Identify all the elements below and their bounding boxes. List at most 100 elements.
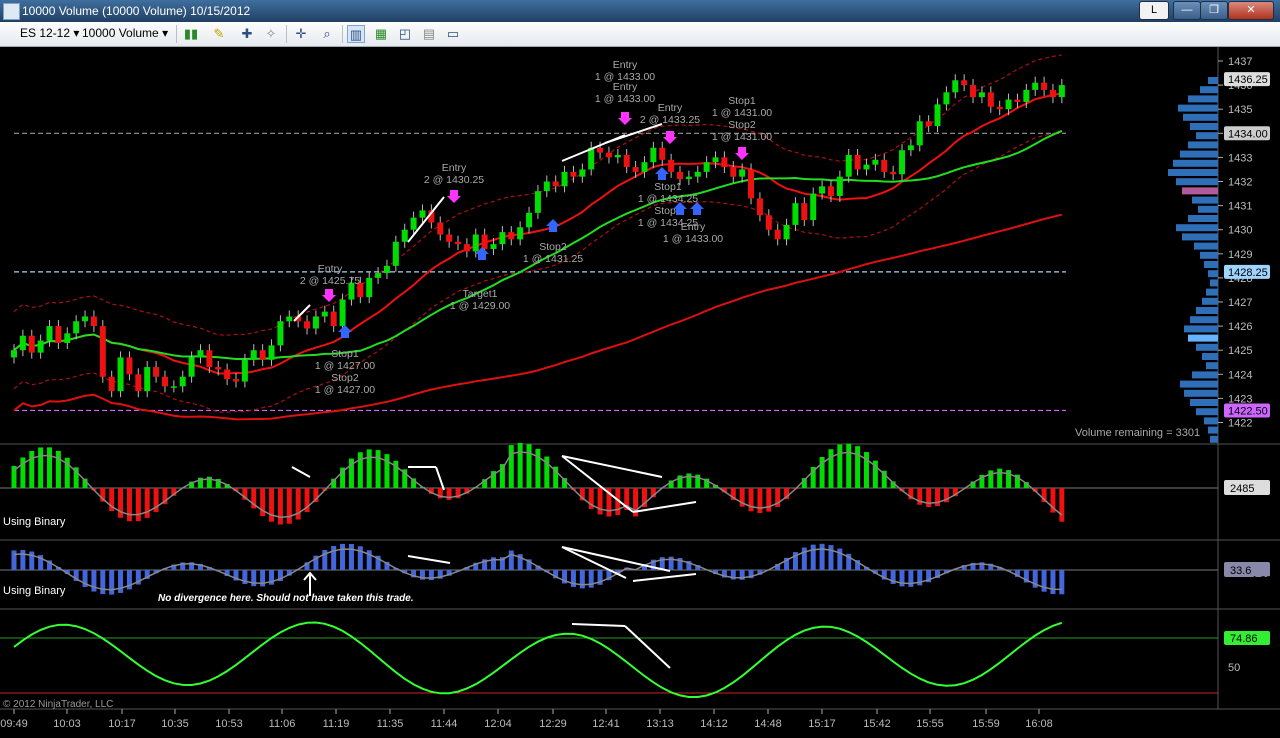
pin-icon[interactable]: ✚: [238, 25, 256, 43]
candle-body: [437, 222, 444, 235]
candle-body: [250, 350, 257, 360]
histogram-bar: [1059, 488, 1065, 522]
histogram-bar: [526, 444, 532, 488]
crosshair-icon[interactable]: ✛: [292, 25, 310, 43]
candle-body: [339, 299, 346, 327]
candle-body: [836, 176, 843, 196]
period-selector[interactable]: 10000 Volume ▾: [82, 26, 168, 40]
candle-body: [410, 217, 417, 230]
candle-body: [703, 162, 710, 172]
copyright-label: © 2012 NinjaTrader, LLC: [3, 699, 113, 710]
histogram-bar: [144, 488, 150, 518]
annotation-type: Stop2: [728, 119, 756, 131]
instrument-selector[interactable]: ES 12-12 ▾: [20, 26, 79, 40]
time-tick-label: 16:08: [1025, 718, 1053, 730]
time-tick-label: 10:17: [108, 718, 136, 730]
volume-profile-bar: [1176, 178, 1218, 186]
chart-trader-icon[interactable]: ▭: [444, 25, 462, 43]
value-marker-label: 33.6: [1230, 565, 1251, 577]
histogram-bar: [277, 488, 283, 525]
time-tick-label: 10:53: [215, 718, 243, 730]
histogram-bar: [295, 488, 301, 520]
candle-body: [756, 198, 763, 216]
candle-body: [392, 241, 399, 266]
histogram-bar: [47, 447, 53, 488]
histogram-bar: [819, 543, 825, 570]
candle-body: [28, 335, 35, 353]
volume-profile-bar: [1194, 242, 1218, 250]
time-tick-label: 14:12: [700, 718, 728, 730]
volume-profile-bar: [1188, 215, 1218, 222]
properties-icon[interactable]: ▤: [420, 25, 438, 43]
data-box-icon[interactable]: ▥: [347, 25, 365, 43]
volume-profile-bar: [1190, 399, 1218, 406]
candle-body: [845, 154, 852, 177]
volume-profile-bar: [1206, 362, 1218, 370]
histogram-bar: [597, 488, 603, 515]
volume-profile-bar: [1208, 426, 1218, 434]
candle-body: [623, 154, 630, 168]
candle: [99, 320, 106, 383]
candle: [748, 163, 755, 205]
hide-drawings-icon[interactable]: ✧: [262, 25, 280, 43]
volume-profile-bar: [1188, 141, 1218, 149]
candle-body: [907, 145, 914, 151]
annotation-type: Stop1: [331, 348, 359, 360]
chart-area[interactable]: Entry2 @ 1425.75Stop11 @ 1427.00Stop21 @…: [0, 47, 1280, 738]
candle: [117, 351, 124, 398]
candle-body: [11, 350, 17, 358]
annotation-detail: 1 @ 1431.00: [712, 131, 772, 143]
candle-body: [694, 171, 701, 177]
histogram-bar: [837, 444, 843, 488]
time-tick-label: 11:06: [269, 718, 296, 730]
histogram-bar: [357, 452, 363, 488]
maximize-button[interactable]: ❐: [1200, 1, 1228, 20]
annotation-type: Target1: [462, 288, 497, 300]
annotation-detail: 2 @ 1433.25: [640, 114, 700, 126]
price-tick-label: 1437: [1228, 56, 1252, 68]
candle-body: [286, 316, 293, 322]
value-marker-label: 2485: [1230, 483, 1254, 495]
candle-body: [588, 147, 595, 170]
histogram-bar: [286, 488, 292, 524]
candle-body: [916, 121, 923, 146]
candle-body: [641, 162, 648, 172]
app-icon: [3, 3, 20, 20]
close-button[interactable]: ✕: [1228, 1, 1274, 20]
annotation-type: Entry: [658, 102, 683, 114]
strategies-icon[interactable]: ◰: [396, 25, 414, 43]
candle-body: [499, 232, 506, 245]
candle-body: [978, 92, 985, 98]
annotation-type: Stop2: [539, 241, 567, 253]
drawing-tool-icon[interactable]: ✎: [210, 25, 228, 43]
histogram-bar: [828, 449, 834, 488]
candle-body: [383, 265, 390, 274]
candle-body: [899, 150, 905, 175]
zoom-icon[interactable]: ⌕: [318, 25, 336, 43]
candle-body: [774, 229, 781, 240]
candle-body: [197, 350, 204, 358]
volume-profile-bar: [1184, 325, 1218, 333]
candle-body: [819, 186, 826, 194]
time-tick-label: 09:49: [0, 718, 28, 730]
histogram-bar: [38, 447, 44, 488]
minimize-button[interactable]: —: [1173, 1, 1201, 20]
candle-body: [224, 369, 231, 380]
histogram-bar: [579, 570, 585, 589]
candle-body: [605, 152, 612, 158]
candle-body: [561, 171, 568, 187]
histogram-bar: [899, 570, 905, 587]
volume-profile-bar: [1200, 86, 1218, 94]
candle-body: [801, 203, 808, 221]
layout-button[interactable]: L: [1139, 1, 1169, 20]
histogram-bar: [535, 448, 541, 488]
indicators-icon[interactable]: ▦: [372, 25, 390, 43]
price-marker: 1422.50: [1224, 403, 1270, 418]
histogram-bar: [340, 543, 346, 570]
annotation-type: Entry: [442, 162, 467, 174]
candle-body: [321, 311, 328, 317]
candle-body: [215, 367, 222, 370]
bar-style-icon[interactable]: ▮▮: [182, 25, 200, 43]
candle-body: [712, 157, 719, 163]
candle-body: [463, 244, 470, 252]
